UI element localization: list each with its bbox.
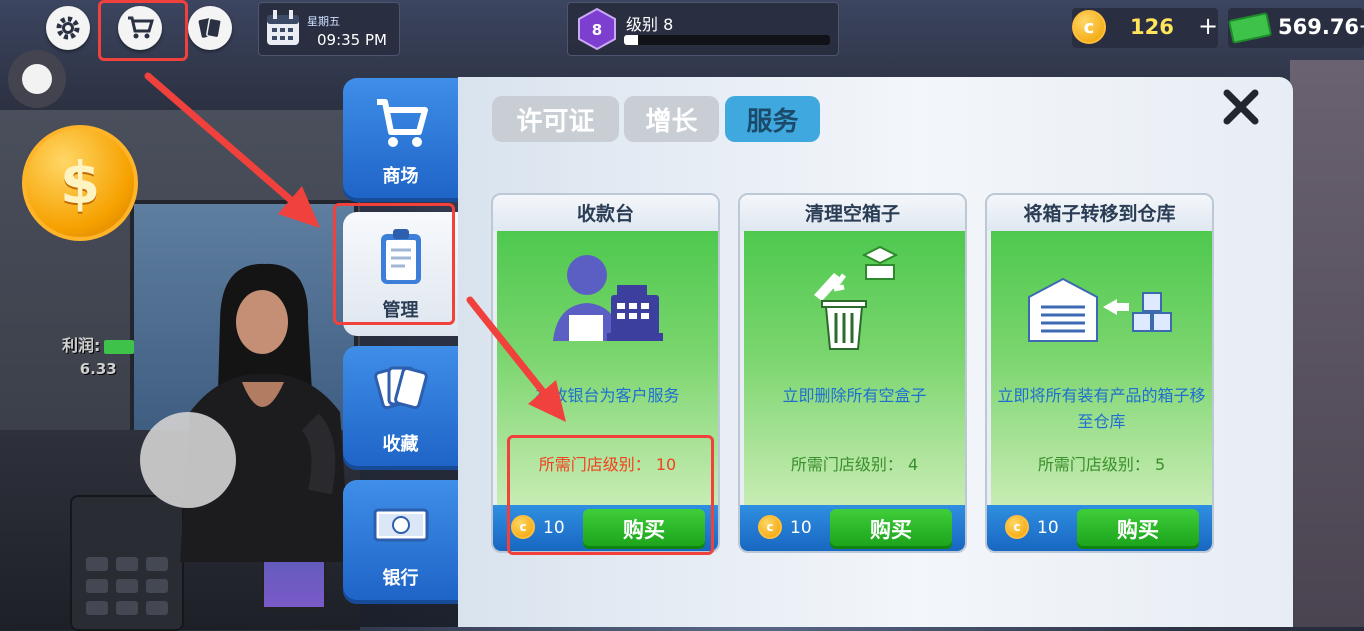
sidebar-item-label: 收藏 <box>382 434 419 455</box>
virtual-joystick-small[interactable] <box>8 50 66 108</box>
trash-boxes-icon <box>814 245 899 350</box>
coin-icon: c <box>1072 10 1106 44</box>
level-number: 8 <box>592 21 602 39</box>
coin-amount: 126 <box>1130 15 1174 39</box>
sidebar-item-label: 商场 <box>382 166 419 187</box>
tab-services[interactable]: 服务 <box>725 96 820 142</box>
virtual-joystick[interactable] <box>140 412 236 508</box>
close-icon <box>1223 89 1259 125</box>
profit-value: 6.33 <box>79 360 117 378</box>
coin-symbol: $ <box>59 149 101 217</box>
card-title: 收款台 <box>493 195 718 231</box>
warehouse-icon <box>1028 277 1172 342</box>
requirement-highlight <box>507 435 714 555</box>
weekday-label: 星期五 <box>307 15 340 28</box>
card-description: 立即将所有装有产品的箱子移至仓库 <box>997 386 1206 431</box>
cards-icon <box>374 366 428 410</box>
service-card-clear-boxes: 清理空箱子 立即删除所有空盒子 所需门店级别： 4 c 10 购买 <box>738 193 967 553</box>
card-description: 立即删除所有空盒子 <box>782 386 927 405</box>
card-price: 10 <box>1037 518 1059 538</box>
add-cash-button[interactable]: + <box>1358 12 1364 40</box>
card-terminal <box>70 495 184 631</box>
collection-button[interactable] <box>188 6 232 50</box>
sidebar-item-mall[interactable]: 商场 <box>343 78 458 202</box>
manage-tab-highlight <box>333 203 455 325</box>
store-right-wall <box>1290 60 1364 627</box>
card-price: 10 <box>790 518 812 538</box>
sidebar-item-label: 银行 <box>382 568 419 589</box>
coin-icon: c <box>758 515 782 539</box>
level-label: 级别 8 <box>626 15 674 34</box>
profit-label: 利润: <box>62 336 101 355</box>
settings-button[interactable] <box>46 6 90 50</box>
cards-icon <box>198 17 222 39</box>
tab-license[interactable]: 许可证 <box>492 96 619 142</box>
cart-icon <box>377 99 428 147</box>
calendar-icon <box>267 10 299 45</box>
cash-icon <box>1227 12 1273 44</box>
card-title: 清理空箱子 <box>740 195 965 231</box>
cash-balance: 569.76 + <box>1227 8 1364 48</box>
cash-icon <box>104 339 135 354</box>
shop-button-highlight <box>98 0 188 61</box>
level-progress-fill <box>624 35 639 45</box>
level-progress-bar <box>624 35 830 45</box>
add-coins-button[interactable]: + <box>1198 12 1218 40</box>
buy-button[interactable]: 购买 <box>830 509 952 549</box>
customer-character <box>180 263 350 562</box>
coin-icon: c <box>1005 515 1029 539</box>
service-card-move-boxes: 将箱子转移到仓库 立即将所有装有产品的箱子移至仓库 所需门店级别： 5 c 10… <box>985 193 1214 553</box>
card-requirement: 所需门店级别： 4 <box>790 455 919 474</box>
card-requirement: 所需门店级别： 5 <box>1037 455 1166 474</box>
level-indicator: 8 级别 8 <box>567 2 839 56</box>
time-label: 09:35 PM <box>317 31 387 49</box>
cash-icon <box>373 508 429 542</box>
level-badge-icon: 8 <box>578 7 616 51</box>
cash-amount: 569.76 <box>1278 15 1360 39</box>
tab-growth[interactable]: 增长 <box>624 96 719 142</box>
profit-indicator: 利润: 6.33 <box>62 332 135 378</box>
close-button[interactable] <box>1216 86 1266 136</box>
sidebar-item-collection[interactable]: 收藏 <box>343 346 458 470</box>
sidebar-item-bank[interactable]: 银行 <box>343 480 458 604</box>
game-clock: 星期五 09:35 PM <box>258 2 400 56</box>
cashier-icon <box>553 255 663 341</box>
card-description: 在收银台为客户服务 <box>535 386 680 405</box>
buy-button[interactable]: 购买 <box>1077 509 1199 549</box>
card-title: 将箱子转移到仓库 <box>987 195 1212 231</box>
coin-bonus-button[interactable]: $ <box>22 125 138 241</box>
gear-icon <box>56 16 80 40</box>
coin-balance: c 126 + <box>1072 8 1218 48</box>
